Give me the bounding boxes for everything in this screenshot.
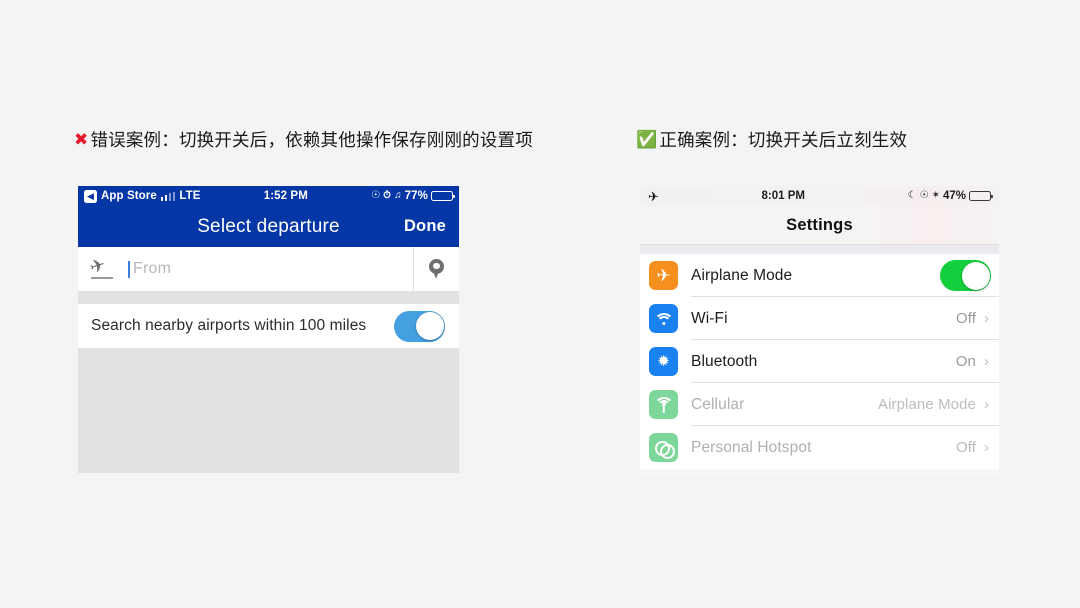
settings-list: ✈ Airplane Mode Wi-Fi Off › ✹ Bluetooth …	[640, 254, 999, 469]
left-battery-icon	[431, 191, 456, 201]
settings-row-airplane-mode[interactable]: ✈ Airplane Mode	[640, 254, 999, 297]
from-input-placeholder: From	[133, 260, 172, 277]
use-current-location-button[interactable]	[414, 247, 459, 291]
settings-row-label: Bluetooth	[691, 352, 758, 370]
location-services-icon: ☉	[371, 190, 381, 201]
right-status-bar: ✈ 8:01 PM ☾ ☉ ✶ 47%	[640, 186, 999, 206]
alarm-icon: ⏱	[383, 190, 392, 201]
good-example-phone-mockup: ✈ 8:01 PM ☾ ☉ ✶ 47% Settings ✈ Airplane …	[640, 186, 999, 476]
cellular-icon	[649, 390, 678, 419]
cross-mark-icon: ✖	[74, 130, 89, 149]
bad-example-phone-mockup: ◀ App Store LTE 1:52 PM ☉ ⏱ ♫ 77% Select…	[78, 186, 459, 473]
bad-example-text: 错误案例：切换开关后，依赖其他操作保存刚刚的设置项	[90, 130, 533, 150]
right-clock: 8:01 PM	[761, 190, 805, 202]
settings-row-personal-hotspot[interactable]: Personal Hotspot Off ›	[640, 426, 999, 469]
chevron-right-icon: ›	[984, 396, 989, 413]
settings-row-label: Cellular	[691, 395, 745, 413]
good-example-caption: ✅ 正确案例：切换开关后立刻生效	[636, 127, 907, 152]
settings-row-label: Wi-Fi	[691, 309, 728, 327]
settings-row-wifi[interactable]: Wi-Fi Off ›	[640, 297, 999, 340]
settings-row-bluetooth[interactable]: ✹ Bluetooth On ›	[640, 340, 999, 383]
left-status-bar: ◀ App Store LTE 1:52 PM ☉ ⏱ ♫ 77%	[78, 186, 459, 206]
settings-row-value: Off	[955, 310, 976, 327]
settings-row-label: Airplane Mode	[691, 266, 793, 284]
airplane-mode-switch[interactable]	[940, 260, 991, 291]
do-not-disturb-icon: ☾	[907, 190, 917, 201]
airplane-depart-icon: ✈	[87, 254, 116, 280]
settings-row-value: Airplane Mode	[877, 396, 976, 413]
back-app-label[interactable]: App Store	[101, 190, 157, 202]
airplane-icon: ✈	[649, 261, 678, 290]
left-nav-bar: Select departure Done	[78, 206, 459, 247]
settings-row-value: Off	[955, 439, 976, 456]
location-services-icon: ☉	[919, 190, 929, 201]
settings-section-gap	[640, 245, 999, 254]
location-pin-icon	[429, 258, 444, 280]
personal-hotspot-icon	[649, 433, 678, 462]
section-separator	[78, 291, 459, 304]
bluetooth-status-icon: ✶	[931, 190, 940, 201]
page-title: Settings	[786, 215, 853, 234]
bad-example-caption: ✖ 错误案例：切换开关后，依赖其他操作保存刚刚的设置项	[74, 127, 533, 152]
signal-strength-icon	[160, 191, 176, 201]
back-to-app-store-icon[interactable]: ◀	[84, 189, 97, 203]
right-battery-icon	[969, 191, 994, 201]
from-field[interactable]: ✈ From	[78, 247, 414, 291]
nearby-airports-label: Search nearby airports within 100 miles	[91, 317, 367, 334]
wifi-icon	[649, 304, 678, 333]
left-battery-percent: 77%	[404, 190, 428, 202]
chevron-right-icon: ›	[984, 353, 989, 370]
carrier-label: LTE	[179, 190, 201, 202]
settings-header: Settings	[640, 206, 999, 245]
right-battery-percent: 47%	[942, 190, 966, 202]
good-example-text: 正确案例：切换开关后立刻生效	[659, 130, 908, 150]
headphones-icon: ♫	[394, 190, 402, 201]
bluetooth-icon: ✹	[649, 347, 678, 376]
settings-row-value: On	[955, 353, 976, 370]
settings-row-cellular[interactable]: Cellular Airplane Mode ›	[640, 383, 999, 426]
airplane-mode-status-icon: ✈	[648, 188, 659, 204]
nav-title: Select departure	[197, 215, 340, 237]
settings-row-label: Personal Hotspot	[691, 438, 812, 456]
nearby-airports-switch[interactable]	[394, 310, 445, 342]
text-cursor	[128, 260, 130, 278]
left-clock: 1:52 PM	[263, 190, 308, 202]
chevron-right-icon: ›	[984, 439, 989, 456]
nearby-airports-row: Search nearby airports within 100 miles	[78, 304, 459, 348]
check-mark-icon: ✅	[636, 130, 658, 149]
done-button[interactable]: Done	[404, 217, 446, 236]
departure-input-row: ✈ From	[78, 247, 459, 291]
chevron-right-icon: ›	[984, 310, 989, 327]
